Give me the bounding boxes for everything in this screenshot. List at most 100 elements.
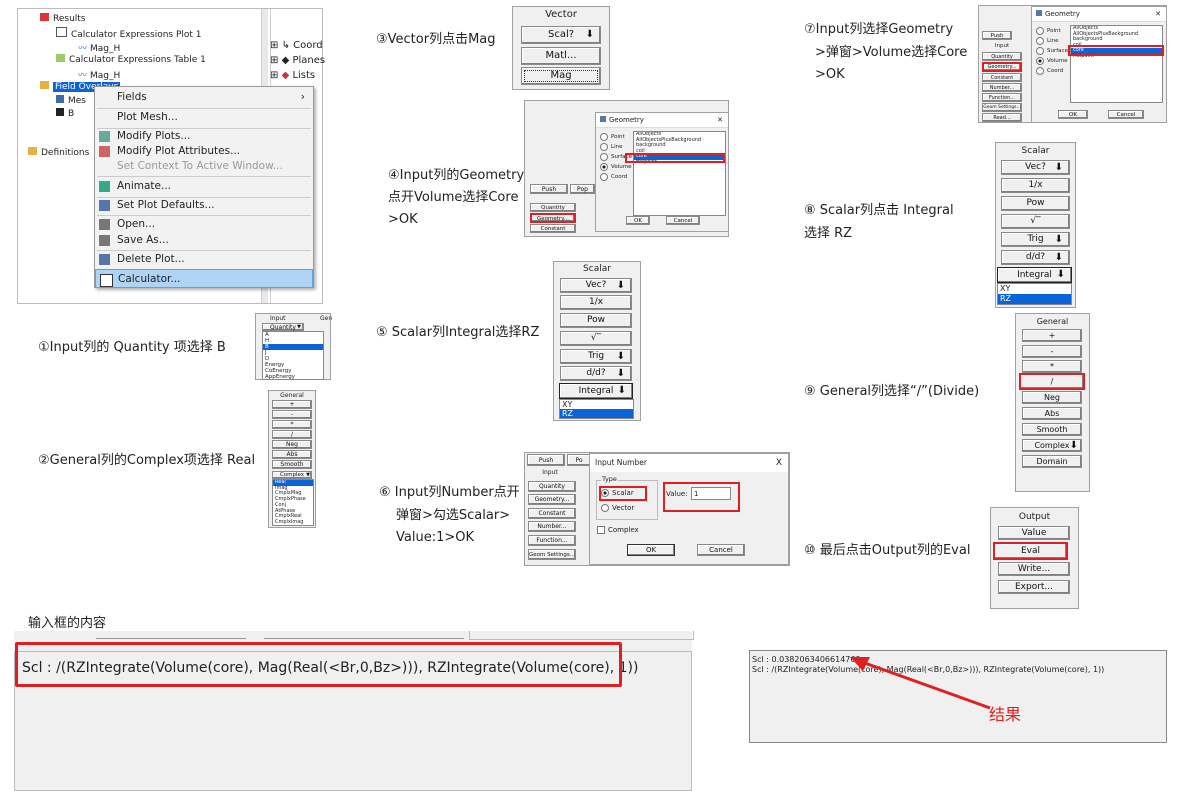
- list-item-selected[interactable]: RZ: [560, 409, 633, 418]
- toolbar-field[interactable]: [96, 633, 246, 639]
- pow-button[interactable]: Pow: [1001, 196, 1070, 211]
- multiply-button[interactable]: *: [272, 420, 312, 429]
- pop-button[interactable]: Po: [567, 454, 591, 466]
- list-item-selected[interactable]: RZ: [998, 294, 1071, 304]
- cancel-button[interactable]: Cancel: [1108, 110, 1144, 119]
- radio-coord[interactable]: Coord: [1036, 66, 1068, 76]
- neg-button[interactable]: Neg: [1022, 391, 1082, 404]
- pow-button[interactable]: Pow: [560, 313, 632, 328]
- quantity-dropdown[interactable]: Quantity: [982, 52, 1022, 61]
- eval-button[interactable]: Eval: [993, 542, 1068, 560]
- function-button[interactable]: Function...: [982, 93, 1022, 102]
- complex-dropdown[interactable]: Complex ⬇: [1022, 439, 1082, 452]
- ddq-dropdown[interactable]: d/d? ⬇: [560, 366, 632, 381]
- complex-options-list[interactable]: Real Imag CmplxMag CmplxPhase Conj AtPha…: [272, 479, 314, 526]
- read-button[interactable]: Read...: [982, 113, 1022, 122]
- ok-button[interactable]: OK: [1058, 110, 1088, 119]
- radio-point[interactable]: Point: [600, 132, 632, 142]
- number-button[interactable]: Number...: [528, 521, 576, 532]
- constant-dropdown[interactable]: Constant: [528, 508, 576, 519]
- list-item[interactable]: CmplxImag: [273, 519, 313, 525]
- abs-button[interactable]: Abs: [272, 450, 312, 459]
- complex-checkbox[interactable]: Complex: [597, 526, 639, 534]
- tree-mes[interactable]: Mes: [56, 95, 86, 106]
- minus-button[interactable]: -: [1022, 345, 1082, 358]
- tree-magh2[interactable]: 〰 Mag_H: [78, 68, 120, 81]
- divide-button[interactable]: /: [272, 430, 312, 439]
- integral-options-list[interactable]: XY RZ: [559, 399, 634, 419]
- neg-button[interactable]: Neg: [272, 440, 312, 449]
- tree-planes[interactable]: ⊞ ◆ Planes: [270, 55, 325, 66]
- push-button[interactable]: Push: [527, 454, 565, 466]
- cancel-button[interactable]: Cancel: [666, 216, 700, 225]
- abs-button[interactable]: Abs: [1022, 407, 1082, 420]
- list-item[interactable]: XY: [560, 400, 633, 409]
- menu-plot-mesh[interactable]: Plot Mesh...: [95, 108, 313, 127]
- push-button[interactable]: Push: [982, 31, 1012, 40]
- close-icon[interactable]: ✕: [717, 113, 723, 127]
- menu-open[interactable]: Open...: [95, 216, 313, 232]
- push-button[interactable]: Push: [530, 184, 568, 194]
- tree-magh1[interactable]: 〰 Mag_H: [78, 41, 120, 54]
- mag-button[interactable]: Mag: [521, 67, 601, 85]
- menu-modify-plots[interactable]: Modify Plots...: [95, 128, 313, 144]
- toolbar-field[interactable]: [469, 631, 694, 640]
- sqrt-button[interactable]: √‾: [560, 331, 632, 346]
- smooth-button[interactable]: Smooth: [272, 460, 312, 469]
- constant-dropdown[interactable]: Constant: [530, 224, 576, 233]
- integral-options-list[interactable]: XY RZ: [997, 283, 1072, 305]
- tree-lists[interactable]: ⊞ ◆ Lists: [270, 70, 315, 81]
- trig-dropdown[interactable]: Trig ⬇: [1001, 232, 1070, 247]
- scal-dropdown[interactable]: Scal? ⬇: [521, 26, 601, 44]
- function-button[interactable]: Function...: [528, 535, 576, 546]
- geometry-object-list[interactable]: AllObjects AllObjectsPlusBackground back…: [1070, 25, 1163, 103]
- list-item[interactable]: AppEnergy: [263, 374, 323, 379]
- close-icon[interactable]: X: [776, 454, 782, 472]
- menu-save-as[interactable]: Save As...: [95, 232, 313, 248]
- number-button[interactable]: Number...: [982, 83, 1022, 92]
- ddq-dropdown[interactable]: d/d? ⬇: [1001, 250, 1070, 265]
- domain-button[interactable]: Domain: [1022, 455, 1082, 468]
- menu-delete-plot[interactable]: Delete Plot...: [95, 250, 313, 269]
- multiply-button[interactable]: *: [1022, 360, 1082, 373]
- quantity-dropdown[interactable]: Quantity: [528, 481, 576, 492]
- vec-dropdown[interactable]: Vec? ⬇: [1001, 160, 1070, 175]
- minus-button[interactable]: -: [272, 410, 312, 419]
- plus-button[interactable]: +: [1022, 329, 1082, 342]
- tree-coord[interactable]: ⊞ ↳ Coord: [270, 40, 323, 51]
- menu-calculator[interactable]: Calculator...: [95, 269, 313, 288]
- cancel-button[interactable]: Cancel: [697, 544, 745, 556]
- tree-results[interactable]: Results: [40, 13, 86, 24]
- menu-modify-plot-attributes[interactable]: Modify Plot Attributes...: [95, 143, 313, 159]
- tree-table1[interactable]: Calculator Expressions Table 1: [56, 54, 206, 65]
- radio-point[interactable]: Point: [1036, 26, 1068, 36]
- menu-set-plot-defaults[interactable]: Set Plot Defaults...: [95, 196, 313, 215]
- constant-dropdown[interactable]: Constant: [982, 73, 1022, 82]
- quantity-options-list[interactable]: A H B J D Energy CoEnergy AppEnergy: [262, 331, 324, 380]
- smooth-button[interactable]: Smooth: [1022, 423, 1082, 436]
- radio-volume[interactable]: Volume: [1036, 56, 1068, 66]
- write-button[interactable]: Write...: [998, 562, 1070, 576]
- matl-button[interactable]: Matl...: [521, 47, 601, 65]
- reciprocal-button[interactable]: 1/x: [560, 295, 632, 310]
- geometry-object-list[interactable]: AllObjects AllObjectsPlusBackground back…: [633, 131, 726, 216]
- ok-button[interactable]: OK: [626, 216, 650, 225]
- pop-button[interactable]: Pop: [570, 184, 595, 194]
- reciprocal-button[interactable]: 1/x: [1001, 178, 1070, 193]
- divide-button[interactable]: /: [1019, 373, 1085, 390]
- geometry-button[interactable]: Geometry...: [982, 62, 1022, 72]
- input-expression-area[interactable]: Scl : /(RZIntegrate(Volume(core), Mag(Re…: [14, 642, 692, 791]
- radio-volume[interactable]: Volume: [600, 162, 632, 172]
- toolbar-field[interactable]: [264, 633, 464, 639]
- menu-set-context[interactable]: Set Context To Active Window...: [95, 158, 313, 174]
- integral-dropdown[interactable]: Integral ⬇: [997, 267, 1072, 283]
- geometry-button[interactable]: Geometry...: [530, 213, 576, 223]
- quantity-dropdown[interactable]: Quantity: [530, 203, 576, 212]
- radio-surface[interactable]: Surface: [1036, 46, 1068, 56]
- vec-dropdown[interactable]: Vec? ⬇: [560, 278, 632, 293]
- sqrt-button[interactable]: √‾: [1001, 214, 1070, 229]
- plus-button[interactable]: +: [272, 400, 312, 409]
- tree-b[interactable]: B: [56, 108, 74, 119]
- trig-dropdown[interactable]: Trig ⬇: [560, 349, 632, 364]
- complex-dropdown[interactable]: Complex ▼: [272, 471, 312, 479]
